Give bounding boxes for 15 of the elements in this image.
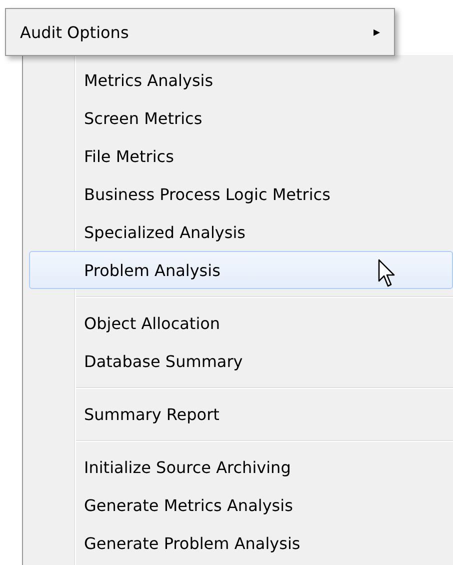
menu-item[interactable]: Database Summary: [29, 342, 453, 380]
menu-item[interactable]: Initialize Source Archiving: [29, 448, 453, 486]
menu-item[interactable]: Screen Metrics: [29, 99, 453, 137]
menu-item[interactable]: Generate Metrics Analysis: [29, 486, 453, 524]
menu-item[interactable]: Problem Analysis: [29, 251, 453, 289]
submenu-arrow: ▸: [373, 24, 380, 40]
menu-item[interactable]: Generate Problem Analysis: [29, 524, 453, 562]
menu-item[interactable]: File Metrics: [29, 137, 453, 175]
menu-item[interactable]: Specialized Analysis: [29, 213, 453, 251]
menu-item[interactable]: Audit Options ▸: [14, 9, 386, 55]
menu-item-label: Audit Options: [20, 22, 129, 42]
menu-item[interactable]: Business Process Logic Metrics: [29, 175, 453, 213]
menu-item[interactable]: Summary Report: [29, 395, 453, 433]
menu-item[interactable]: Object Allocation: [29, 304, 453, 342]
menu-item[interactable]: Metrics Analysis: [29, 61, 453, 99]
